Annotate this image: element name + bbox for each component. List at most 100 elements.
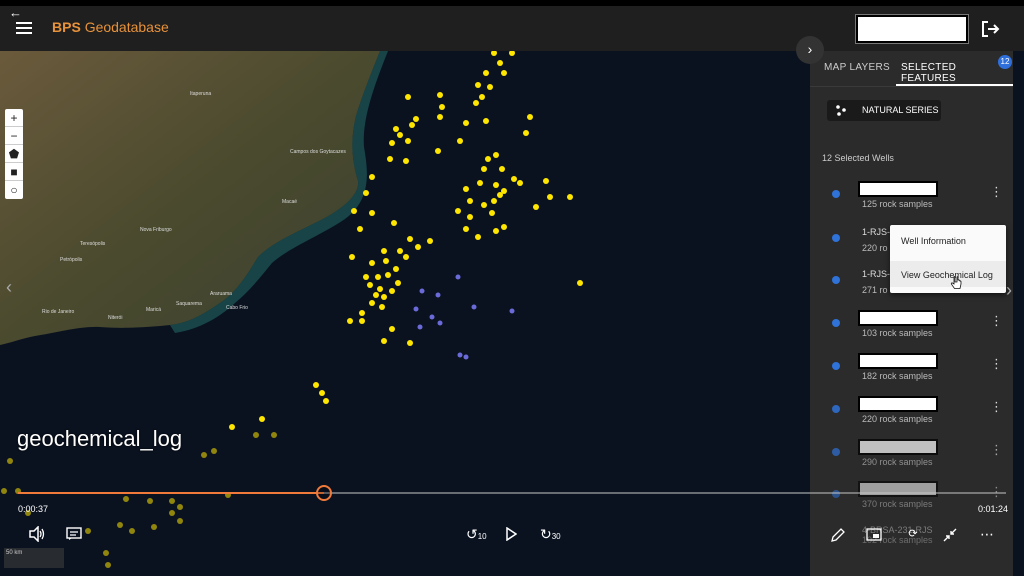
sample-marker[interactable]: [379, 304, 385, 310]
draw-circle-icon[interactable]: ○: [5, 181, 23, 199]
sample-marker[interactable]: [393, 126, 399, 132]
sample-marker[interactable]: [389, 288, 395, 294]
sample-marker[interactable]: [471, 304, 477, 310]
volume-icon[interactable]: [28, 526, 46, 542]
sample-marker[interactable]: [211, 448, 217, 454]
sample-marker[interactable]: [377, 286, 383, 292]
subtitles-icon[interactable]: [66, 527, 82, 541]
sample-marker[interactable]: [393, 266, 399, 272]
draw-polygon-icon[interactable]: ⬟: [5, 145, 23, 163]
more-vert-icon[interactable]: ⋮: [990, 185, 1003, 198]
sample-marker[interactable]: [407, 340, 413, 346]
more-vert-icon[interactable]: ⋮: [990, 400, 1003, 413]
sample-marker[interactable]: [259, 416, 265, 422]
sample-marker[interactable]: [385, 272, 391, 278]
sample-marker[interactable]: [517, 180, 523, 186]
sample-marker[interactable]: [427, 238, 433, 244]
logout-icon[interactable]: [980, 20, 1000, 38]
sample-marker[interactable]: [395, 280, 401, 286]
sample-marker[interactable]: [509, 308, 515, 314]
panel-toggle-button[interactable]: ›: [796, 36, 824, 64]
tab-selected-features[interactable]: SELECTED FEATURES: [901, 62, 1013, 84]
back-arrow-icon[interactable]: ←: [9, 6, 27, 20]
sample-marker[interactable]: [477, 180, 483, 186]
sample-marker[interactable]: [479, 94, 485, 100]
sample-marker[interactable]: [381, 338, 387, 344]
sample-marker[interactable]: [473, 100, 479, 106]
more-horiz-icon[interactable]: ⋯: [978, 526, 996, 542]
sample-marker[interactable]: [147, 498, 153, 504]
sample-marker[interactable]: [491, 198, 497, 204]
sample-marker[interactable]: [85, 528, 91, 534]
sample-marker[interactable]: [169, 510, 175, 516]
sample-marker[interactable]: [485, 156, 491, 162]
miniplayer-icon[interactable]: [866, 528, 882, 541]
well-item[interactable]: 103 rock samples ⋮: [810, 308, 1013, 348]
sample-marker[interactable]: [417, 324, 423, 330]
sample-marker[interactable]: [547, 194, 553, 200]
sample-marker[interactable]: [457, 138, 463, 144]
sample-marker[interactable]: [463, 226, 469, 232]
sample-marker[interactable]: [527, 114, 533, 120]
sample-marker[interactable]: [435, 148, 441, 154]
sample-marker[interactable]: [439, 104, 445, 110]
sample-marker[interactable]: [429, 314, 435, 320]
sample-marker[interactable]: [389, 326, 395, 332]
zoom-in-button[interactable]: +: [5, 109, 23, 127]
sample-marker[interactable]: [543, 178, 549, 184]
sample-marker[interactable]: [313, 382, 319, 388]
sample-marker[interactable]: [363, 190, 369, 196]
sample-marker[interactable]: [403, 158, 409, 164]
sample-marker[interactable]: [407, 236, 413, 242]
sample-marker[interactable]: [413, 116, 419, 122]
pencil-icon[interactable]: [830, 527, 846, 543]
sample-marker[interactable]: [455, 208, 461, 214]
sample-marker[interactable]: [413, 306, 419, 312]
sample-marker[interactable]: [481, 166, 487, 172]
rewind-10-button[interactable]: ↺10: [466, 526, 487, 545]
sample-marker[interactable]: [415, 244, 421, 250]
sample-marker[interactable]: [567, 194, 573, 200]
well-item[interactable]: 220 rock samples ⋮: [810, 394, 1013, 434]
sample-marker[interactable]: [437, 114, 443, 120]
sample-marker[interactable]: [123, 496, 129, 502]
sample-marker[interactable]: [463, 186, 469, 192]
tab-map-layers[interactable]: MAP LAYERS: [824, 62, 890, 73]
sample-marker[interactable]: [493, 182, 499, 188]
sample-marker[interactable]: [391, 220, 397, 226]
sample-marker[interactable]: [497, 192, 503, 198]
sample-marker[interactable]: [357, 226, 363, 232]
sample-marker[interactable]: [369, 300, 375, 306]
sample-marker[interactable]: [389, 140, 395, 146]
sample-marker[interactable]: [177, 518, 183, 524]
sample-marker[interactable]: [475, 234, 481, 240]
video-next-icon[interactable]: ›: [1006, 280, 1012, 301]
sample-marker[interactable]: [319, 390, 325, 396]
well-item[interactable]: 125 rock samples ⋮: [810, 179, 1013, 219]
sample-marker[interactable]: [437, 92, 443, 98]
sample-marker[interactable]: [475, 82, 481, 88]
sample-marker[interactable]: [397, 248, 403, 254]
forward-30-button[interactable]: ↻30: [540, 526, 561, 545]
sample-marker[interactable]: [383, 258, 389, 264]
sample-marker[interactable]: [369, 260, 375, 266]
sample-marker[interactable]: [577, 280, 583, 286]
sample-marker[interactable]: [467, 198, 473, 204]
sample-marker[interactable]: [351, 208, 357, 214]
sample-marker[interactable]: [381, 248, 387, 254]
sample-marker[interactable]: [151, 524, 157, 530]
sample-marker[interactable]: [455, 274, 461, 280]
sample-marker[interactable]: [367, 282, 373, 288]
sample-marker[interactable]: [229, 424, 235, 430]
sample-marker[interactable]: [487, 84, 493, 90]
sample-marker[interactable]: [105, 562, 111, 568]
sample-marker[interactable]: [7, 458, 13, 464]
sample-marker[interactable]: [369, 210, 375, 216]
sample-marker[interactable]: [271, 432, 277, 438]
sample-marker[interactable]: [463, 120, 469, 126]
sample-marker[interactable]: [177, 504, 183, 510]
sample-marker[interactable]: [129, 528, 135, 534]
sample-marker[interactable]: [499, 166, 505, 172]
zoom-out-button[interactable]: −: [5, 127, 23, 145]
sample-marker[interactable]: [169, 498, 175, 504]
